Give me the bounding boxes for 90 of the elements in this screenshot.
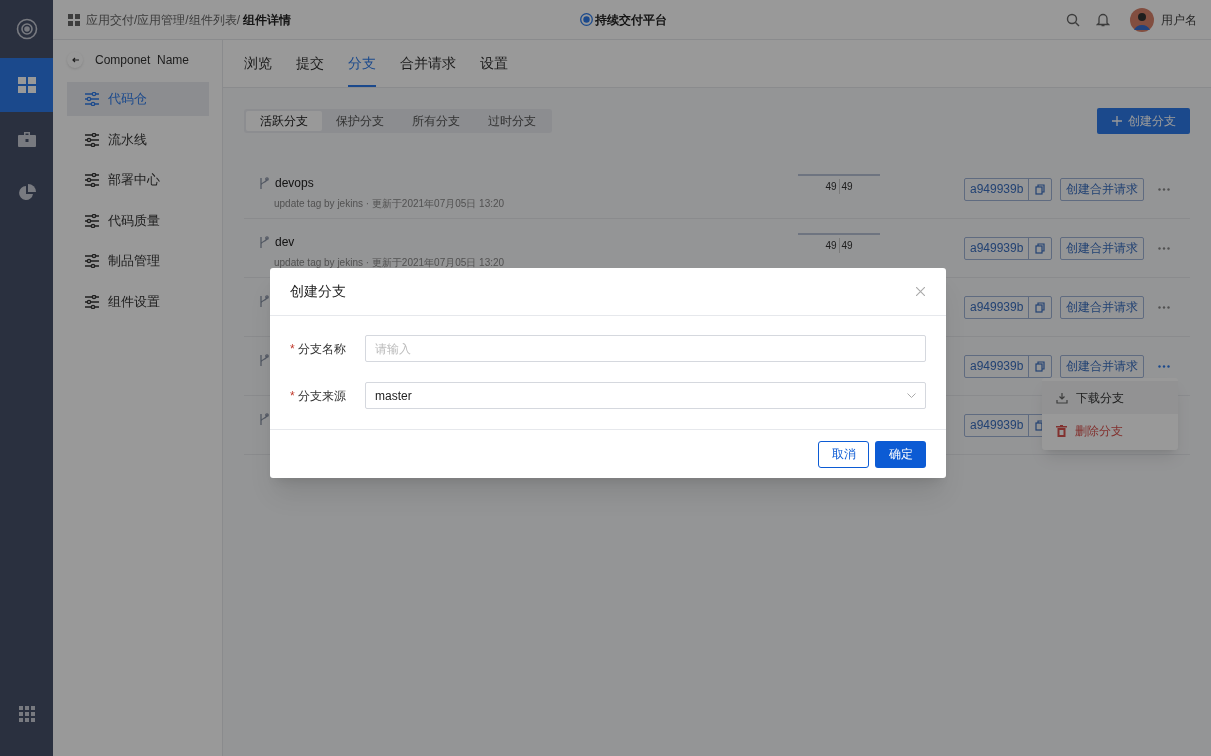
required-mark: * bbox=[290, 340, 296, 358]
sidebar-item[interactable]: 组件设置 bbox=[67, 284, 209, 319]
menu-item[interactable]: 删除分支 bbox=[1042, 414, 1178, 447]
tab[interactable]: 分支 bbox=[348, 39, 376, 87]
commit-hash[interactable]: a949939b bbox=[965, 414, 1029, 436]
back-arrow-icon bbox=[71, 57, 79, 63]
more-button[interactable] bbox=[1158, 364, 1171, 368]
filter-tab[interactable]: 所有分支 bbox=[398, 111, 474, 131]
dialog-title: 创建分支 bbox=[290, 282, 346, 301]
plus-icon bbox=[1111, 116, 1122, 126]
copy-icon bbox=[1035, 242, 1046, 254]
filter-tab[interactable]: 过时分支 bbox=[474, 111, 550, 131]
required-mark: * bbox=[290, 387, 296, 405]
field-label: 分支来源 bbox=[298, 387, 347, 405]
sliders-icon bbox=[84, 173, 100, 187]
branch-icon bbox=[258, 412, 270, 426]
sidebar-item[interactable]: 制品管理 bbox=[67, 244, 209, 278]
sidebar-item[interactable]: 部署中心 bbox=[67, 163, 209, 197]
sliders-icon bbox=[84, 92, 100, 106]
more-icon bbox=[1158, 364, 1171, 368]
chevron-down-icon bbox=[907, 393, 916, 398]
commit-hash[interactable]: a949939b bbox=[965, 178, 1029, 200]
breadcrumb-link[interactable]: 应用交付/ bbox=[86, 10, 138, 29]
cancel-button[interactable]: 取消 bbox=[818, 440, 869, 468]
trash-icon bbox=[1056, 424, 1067, 437]
back-button[interactable] bbox=[67, 52, 83, 68]
branch-icon bbox=[258, 353, 270, 367]
bell-icon[interactable] bbox=[1096, 12, 1110, 27]
tab[interactable]: 设置 bbox=[480, 39, 508, 87]
user-name[interactable]: 用户名 bbox=[1161, 10, 1197, 29]
more-icon bbox=[1158, 246, 1171, 250]
copy-icon bbox=[1035, 183, 1046, 195]
commit-hash[interactable]: a949939b bbox=[965, 296, 1029, 318]
copy-icon bbox=[1035, 301, 1046, 313]
logo-icon bbox=[580, 13, 593, 26]
close-icon bbox=[915, 287, 925, 296]
branch-icon bbox=[258, 294, 270, 308]
grid-icon bbox=[17, 77, 36, 93]
sliders-icon bbox=[84, 213, 100, 228]
behind-count: 49 bbox=[825, 238, 840, 253]
more-icon bbox=[1158, 187, 1171, 191]
download-icon bbox=[1056, 391, 1068, 404]
tab[interactable]: 合并请求 bbox=[400, 39, 456, 87]
create-branch-button[interactable]: 创建分支 bbox=[1097, 108, 1190, 134]
ahead-count: 49 bbox=[840, 180, 853, 194]
breadcrumb-link[interactable]: 应用管理/ bbox=[137, 10, 189, 29]
menu-item[interactable]: 下载分支 bbox=[1042, 381, 1178, 414]
tab[interactable]: 浏览 bbox=[244, 39, 272, 87]
logo-icon bbox=[15, 18, 38, 40]
breadcrumb-current: 组件详情 bbox=[243, 11, 292, 29]
behind-count: 49 bbox=[825, 179, 840, 194]
commit-hash[interactable]: a949939b bbox=[965, 355, 1029, 377]
component-name: Componet Name bbox=[95, 52, 190, 69]
confirm-button[interactable]: 确定 bbox=[875, 440, 926, 468]
pie-chart-icon bbox=[17, 184, 36, 202]
ahead-count: 49 bbox=[840, 239, 853, 253]
field-label: 分支名称 bbox=[298, 340, 347, 358]
avatar[interactable] bbox=[1130, 7, 1154, 32]
source-select[interactable]: master bbox=[365, 382, 926, 409]
create-merge-request-button[interactable]: 创建合并请求 bbox=[1060, 236, 1145, 260]
sliders-icon bbox=[84, 254, 100, 268]
branch-icon bbox=[258, 235, 270, 249]
close-button[interactable] bbox=[914, 285, 926, 298]
filter-tab[interactable]: 保护分支 bbox=[322, 111, 398, 131]
more-button[interactable] bbox=[1158, 305, 1171, 309]
sidebar-item[interactable]: 流水线 bbox=[67, 122, 209, 157]
filter-tab[interactable]: 活跃分支 bbox=[246, 111, 322, 131]
commit-hash[interactable]: a949939b bbox=[965, 237, 1029, 259]
create-merge-request-button[interactable]: 创建合并请求 bbox=[1060, 354, 1145, 378]
breadcrumb-link[interactable]: 组件列表/ bbox=[188, 10, 241, 29]
more-icon bbox=[1158, 305, 1171, 309]
more-button[interactable] bbox=[1158, 246, 1171, 250]
apps-icon[interactable] bbox=[18, 706, 35, 722]
create-merge-request-button[interactable]: 创建合并请求 bbox=[1060, 177, 1145, 201]
sliders-icon bbox=[84, 294, 100, 309]
platform-title: 持续交付平台 bbox=[595, 11, 667, 29]
branch-name-field[interactable]: 请输入 bbox=[365, 335, 926, 362]
branch-icon bbox=[258, 176, 270, 190]
sidebar-item[interactable]: 代码仓 bbox=[67, 82, 209, 116]
more-button[interactable] bbox=[1158, 187, 1171, 191]
branch-name[interactable]: devops bbox=[275, 174, 314, 192]
grid-icon bbox=[68, 13, 80, 26]
tab[interactable]: 提交 bbox=[296, 39, 324, 87]
sidebar-item[interactable]: 代码质量 bbox=[67, 203, 209, 238]
search-icon[interactable] bbox=[1066, 12, 1080, 27]
briefcase-icon bbox=[17, 131, 36, 147]
create-merge-request-button[interactable]: 创建合并请求 bbox=[1060, 295, 1145, 319]
sliders-icon bbox=[84, 132, 100, 147]
copy-icon bbox=[1035, 360, 1046, 372]
branch-name[interactable]: dev bbox=[275, 233, 295, 251]
